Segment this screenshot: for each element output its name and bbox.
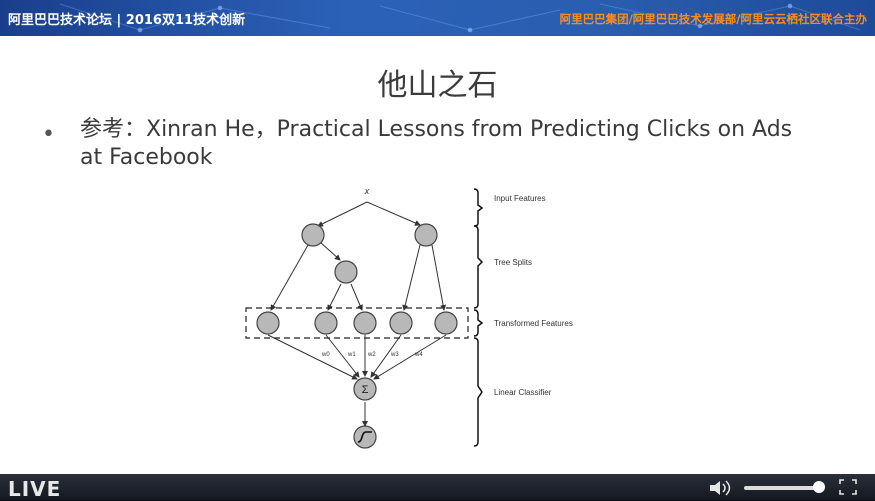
tree-splits-bracket: [473, 225, 484, 309]
linear-classifier-label: Linear Classifier: [494, 388, 552, 397]
weight-label-w0: w0: [321, 352, 330, 358]
leaf-node-2: [314, 311, 338, 335]
leaf-node-5: [434, 311, 458, 335]
weight-label-w3: w3: [390, 352, 399, 358]
transformed-features-label: Transformed Features: [494, 319, 573, 328]
weight-label-w2: w2: [367, 352, 376, 358]
tree1-split-node: [334, 260, 358, 284]
weight-label-w4: w4: [414, 352, 423, 358]
leaf-node-1: [256, 311, 280, 335]
transformed-features-bracket: [473, 309, 484, 337]
volume-slider-knob[interactable]: [813, 481, 825, 493]
leaf-node-3: [353, 311, 377, 335]
tree-model-diagram: x Σ w0 w1 w2 w3 w4 Input Features Tree S…: [245, 186, 573, 449]
slide-content: 他山之石 • 参考：Xinran He，Practical Lessons fr…: [0, 36, 875, 474]
organizers-text: 阿里巴巴集团/阿里巴巴技术发展部/阿里云云栖社区联合主办: [559, 12, 867, 26]
leaf-node-4: [389, 311, 413, 335]
input-features-label: Input Features: [494, 194, 546, 203]
linear-classifier-bracket: [473, 337, 483, 447]
volume-slider[interactable]: [744, 486, 820, 490]
input-features-bracket: [473, 188, 484, 227]
video-player-bar: LIVE: [0, 474, 875, 501]
tree2-root-node: [414, 223, 438, 247]
forum-title: 阿里巴巴技术论坛 | 2016双11技术创新: [8, 13, 246, 28]
tree1-root-node: [301, 223, 325, 247]
tree-splits-label: Tree Splits: [494, 258, 532, 267]
sum-symbol: Σ: [362, 384, 369, 396]
sigmoid-node: [353, 425, 377, 449]
input-x-label: x: [364, 186, 370, 196]
fullscreen-icon[interactable]: [838, 478, 858, 496]
live-indicator: LIVE: [8, 477, 62, 501]
weight-label-w1: w1: [347, 352, 356, 358]
slide-header-banner: 阿里巴巴技术论坛 | 2016双11技术创新 阿里巴巴集团/阿里巴巴技术发展部/…: [0, 0, 875, 36]
volume-icon[interactable]: [708, 479, 738, 497]
